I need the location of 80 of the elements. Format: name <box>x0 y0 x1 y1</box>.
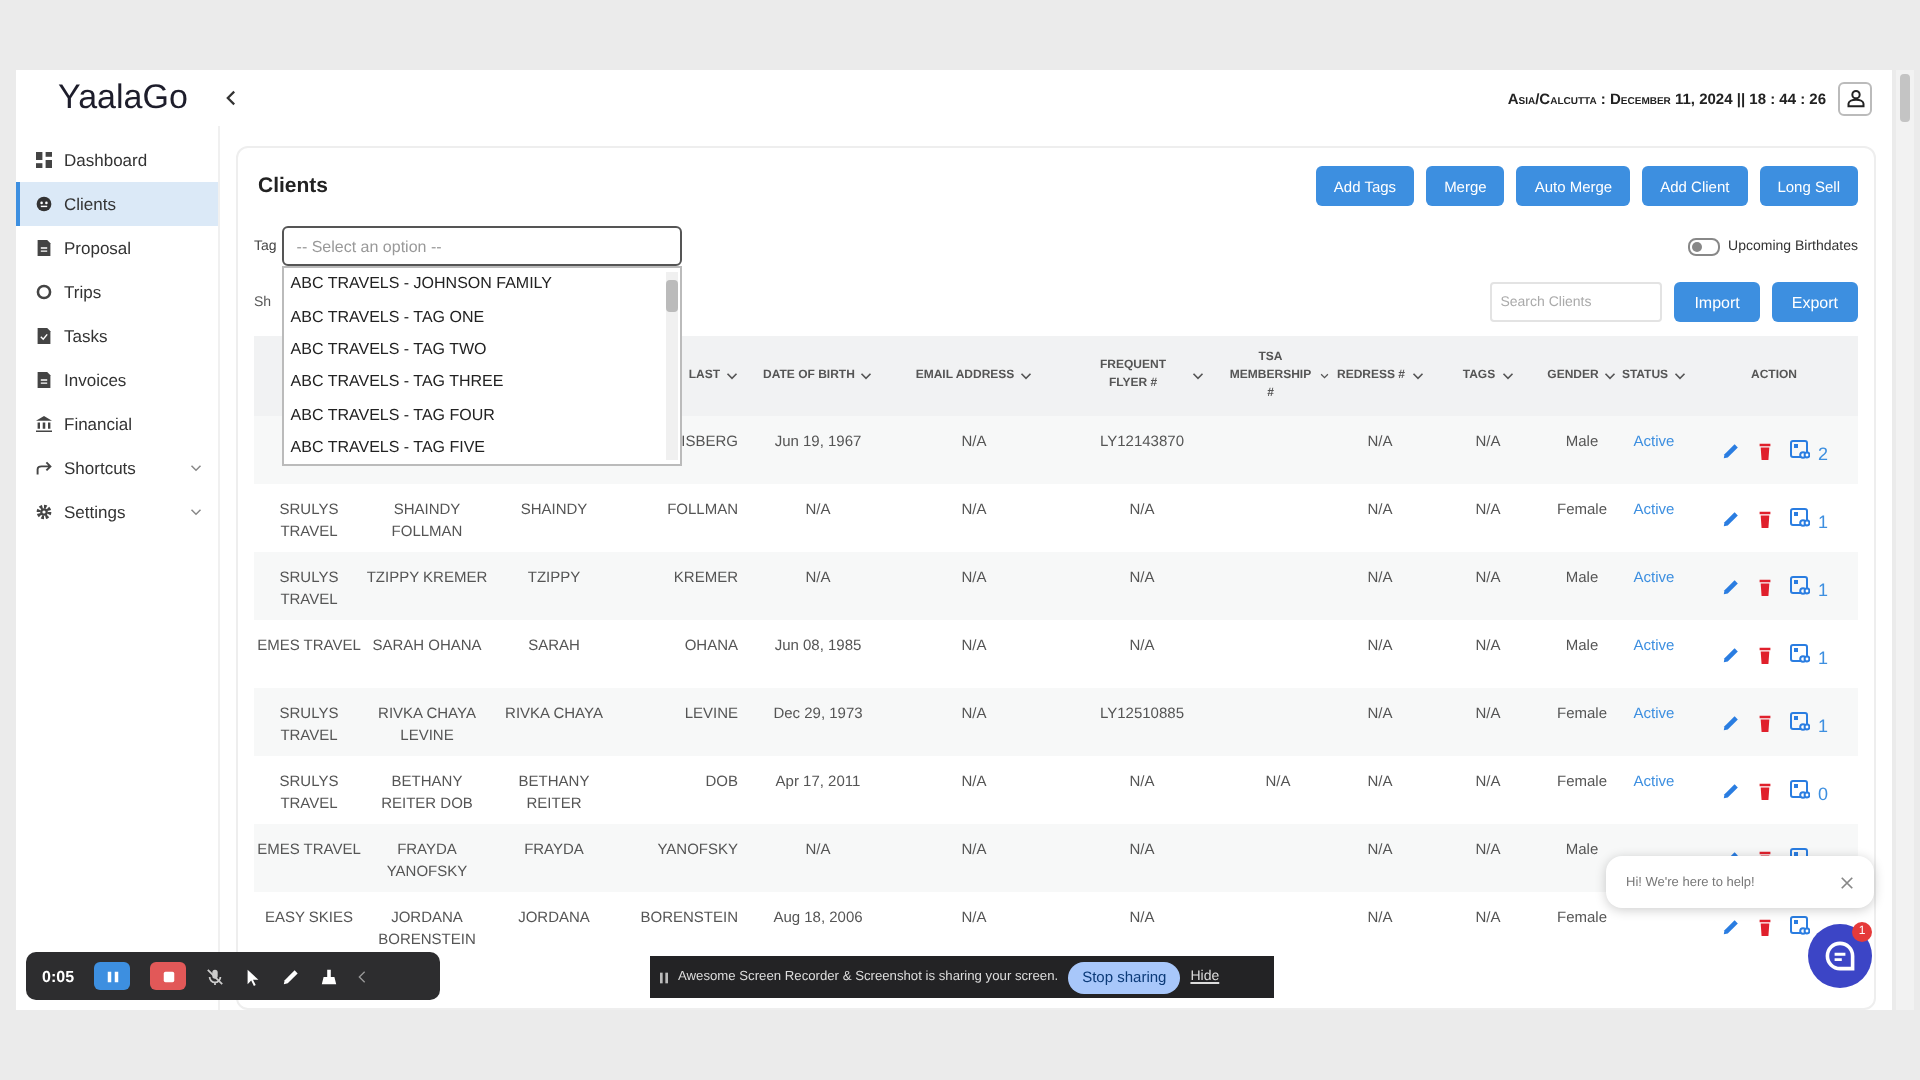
dropdown-option[interactable]: ABC TRAVELS - TAG FOUR <box>284 397 665 431</box>
tag-select[interactable]: -- Select an option -- <box>282 226 683 267</box>
mic-off-icon[interactable] <box>206 967 225 985</box>
document-icon <box>36 240 52 256</box>
page-title: Clients <box>258 174 329 198</box>
contact-card-icon[interactable] <box>1790 916 1810 936</box>
chevron-icon[interactable] <box>1191 372 1203 380</box>
dropdown-option[interactable]: ABC TRAVELS - JOHNSON FAMILY <box>284 267 665 301</box>
link-count[interactable]: 1 <box>1818 510 1829 538</box>
delete-icon[interactable] <box>1756 713 1774 731</box>
pause-icon <box>105 969 120 983</box>
contact-card-icon[interactable] <box>1790 644 1810 664</box>
checklist-icon <box>36 328 52 344</box>
user-icon <box>1845 88 1865 108</box>
scrollbar[interactable] <box>666 271 679 460</box>
chevron-icon[interactable] <box>860 372 873 380</box>
edit-icon[interactable] <box>1722 713 1740 731</box>
stop-button[interactable] <box>150 962 187 990</box>
chevron-icon[interactable] <box>1020 372 1033 380</box>
arrow-icon <box>36 460 52 476</box>
table-button[interactable]: Import <box>1674 282 1760 322</box>
delete-icon[interactable] <box>1756 577 1774 595</box>
chevron-icon[interactable] <box>1411 372 1423 380</box>
grid-icon <box>36 152 52 168</box>
pause-button[interactable] <box>94 962 131 990</box>
sidebar-item[interactable]: Dashboard <box>16 138 218 182</box>
chevron-icon[interactable] <box>1501 372 1514 380</box>
chevron-icon[interactable] <box>1320 372 1330 380</box>
scrollbar[interactable] <box>1896 70 1914 1010</box>
contact-card-icon[interactable] <box>1790 576 1810 596</box>
edit-icon[interactable] <box>1722 577 1740 595</box>
document-icon <box>36 372 52 388</box>
delete-icon[interactable] <box>1756 917 1774 935</box>
sidebar-item[interactable]: Financial <box>16 402 218 446</box>
delete-icon[interactable] <box>1756 509 1774 527</box>
edit-icon[interactable] <box>1722 645 1740 663</box>
delete-icon[interactable] <box>1756 441 1774 459</box>
pen-icon[interactable] <box>282 967 301 985</box>
collapse-icon[interactable] <box>226 90 236 106</box>
contact-card-icon[interactable] <box>1790 440 1810 460</box>
contact-card-icon[interactable] <box>1790 712 1810 732</box>
contact-card-icon[interactable] <box>1790 780 1810 800</box>
edit-icon[interactable] <box>1722 917 1740 935</box>
sidebar-item[interactable]: Invoices <box>16 358 218 402</box>
link-count[interactable]: 0 <box>1818 782 1829 810</box>
sidebar-item[interactable]: Clients <box>16 182 218 226</box>
brush-icon[interactable] <box>320 967 339 985</box>
edit-icon[interactable] <box>1722 509 1740 527</box>
settings-icon <box>36 504 52 520</box>
cursor-icon[interactable] <box>244 967 263 985</box>
stop-icon <box>161 969 176 983</box>
delete-icon[interactable] <box>1756 781 1774 799</box>
sidebar-item[interactable]: Trips <box>16 270 218 314</box>
sidebar-item[interactable]: Settings <box>16 490 218 534</box>
bank-icon <box>36 416 52 432</box>
pause-icon <box>660 971 668 983</box>
toggle-switch[interactable] <box>1688 237 1721 255</box>
user-button[interactable] <box>1838 81 1872 115</box>
chevron-icon[interactable] <box>1604 372 1617 380</box>
sidebar-item[interactable]: Tasks <box>16 314 218 358</box>
ring-icon <box>36 284 52 300</box>
dropdown-option[interactable]: ABC TRAVELS - TAG FIVE <box>284 430 665 464</box>
recording-time: 0:05 <box>42 967 75 985</box>
link-count[interactable]: 1 <box>1818 646 1829 674</box>
face-icon <box>36 196 52 212</box>
edit-icon[interactable] <box>1722 781 1740 799</box>
edit-icon[interactable] <box>1722 441 1740 459</box>
close-icon[interactable] <box>1840 875 1854 889</box>
sidebar-item[interactable]: Proposal <box>16 226 218 270</box>
delete-icon[interactable] <box>1756 645 1774 663</box>
dropdown-option[interactable]: ABC TRAVELS - TAG THREE <box>284 365 665 398</box>
table-button[interactable]: Export <box>1771 282 1858 322</box>
app-logo: YaalaGo <box>58 78 188 118</box>
dropdown-option[interactable]: ABC TRAVELS - TAG TWO <box>284 332 665 366</box>
chevron-icon[interactable] <box>1674 372 1687 380</box>
sidebar-item[interactable]: Shortcuts <box>16 446 218 490</box>
contact-card-icon[interactable] <box>1790 508 1810 528</box>
dropdown-option[interactable]: ABC TRAVELS - TAG ONE <box>284 300 665 333</box>
chat-icon <box>1822 938 1858 974</box>
chevron-icon[interactable] <box>726 372 738 380</box>
